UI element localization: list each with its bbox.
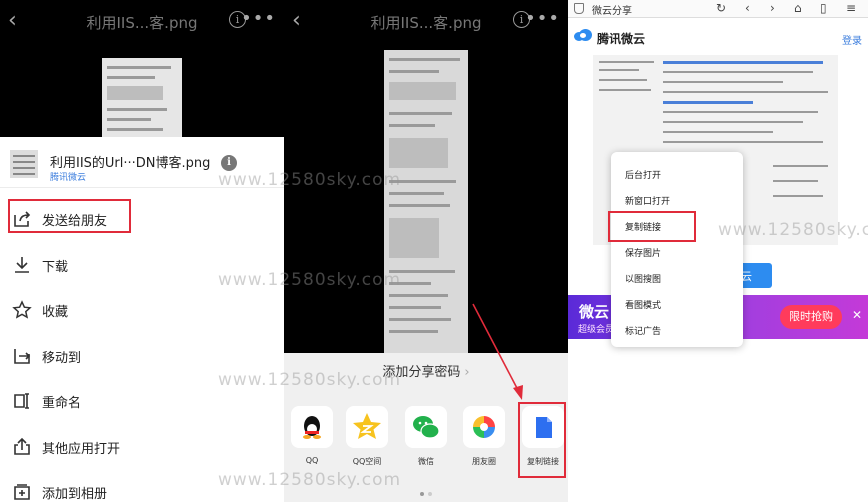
- share-app-qq[interactable]: QQ: [289, 406, 335, 465]
- refresh-icon[interactable]: ↻: [716, 0, 726, 16]
- bookmark-icon[interactable]: ▯: [820, 0, 827, 16]
- highlight-copy-link: [518, 402, 566, 478]
- menu-item-label: 移动到: [42, 350, 82, 366]
- menu-item-label: 下载: [42, 259, 69, 275]
- login-link[interactable]: 登录: [842, 32, 862, 47]
- more-icon[interactable]: •••: [525, 8, 560, 29]
- rename-icon: [14, 393, 29, 409]
- file-info-icon[interactable]: i: [221, 155, 237, 171]
- context-item-background-open[interactable]: 后台打开: [625, 168, 661, 181]
- share-app-moments[interactable]: 朋友圈: [461, 406, 507, 467]
- highlight-copy-link-menu: [608, 211, 696, 242]
- qq-icon: [303, 416, 321, 439]
- more-icon[interactable]: •••: [241, 8, 276, 29]
- menu-item-download[interactable]: 下载: [0, 243, 284, 289]
- browser-bar: 微云分享 ↻ ‹ › ⌂ ▯ ≡: [568, 0, 868, 18]
- panel-file-actions: ‹ 利用IIS...客.png i ••• 利用IIS的Url···DN博客.p…: [0, 0, 284, 502]
- move-icon: [14, 348, 31, 364]
- add-album-icon: [14, 484, 30, 500]
- share-app-label: QQ: [305, 456, 319, 465]
- annotation-arrow: [472, 303, 523, 400]
- file-name: 利用IIS的Url···DN博客.png: [50, 156, 211, 171]
- top-bar: ‹ 利用IIS...客.png i •••: [284, 0, 568, 42]
- context-item-mark-ad[interactable]: 标记广告: [625, 324, 661, 337]
- add-share-password-label: 添加分享密码: [382, 365, 461, 380]
- download-button[interactable]: 云: [740, 263, 772, 288]
- top-bar: ‹ 利用IIS...客.png i •••: [0, 0, 284, 42]
- action-sheet: 利用IIS的Url···DN博客.png 腾讯微云 i 发送给朋友 下载 收藏 …: [0, 137, 284, 502]
- file-thumbnail: [10, 150, 38, 178]
- cloud-logo-icon: [574, 29, 592, 41]
- share-app-wechat[interactable]: 微信: [403, 406, 449, 467]
- file-info: 利用IIS的Url···DN博客.png 腾讯微云 i: [0, 137, 284, 188]
- menu-item-label: 其他应用打开: [42, 441, 121, 457]
- context-menu: 后台打开 新窗口打开 复制链接 保存图片 以图搜图 看图模式 标记广告: [611, 152, 743, 347]
- promo-title: 微云: [579, 303, 610, 321]
- context-item-new-window[interactable]: 新窗口打开: [625, 194, 670, 207]
- panel-browser: 微云分享 ↻ ‹ › ⌂ ▯ ≡ 腾讯微云 登录 云 微云 超级会员 限时抢购: [568, 0, 868, 502]
- panel-share-sheet: ‹ 利用IIS...客.png i ••• 添加分享密码 › QQ QQ空间 微…: [284, 0, 568, 502]
- share-app-qzone[interactable]: QQ空间: [344, 406, 390, 467]
- menu-item-open-with[interactable]: 其他应用打开: [0, 425, 284, 471]
- menu-item-label: 重命名: [42, 396, 82, 411]
- moments-icon: [473, 416, 495, 438]
- share-app-label: 微信: [418, 457, 434, 466]
- image-preview: [384, 50, 468, 353]
- context-item-view-mode[interactable]: 看图模式: [625, 298, 661, 311]
- page-indicator: [284, 481, 568, 500]
- qzone-icon: [353, 413, 381, 439]
- file-source: 腾讯微云: [50, 173, 87, 183]
- promo-subtitle: 超级会员: [578, 325, 615, 335]
- share-app-label: 朋友圈: [472, 457, 496, 466]
- open-with-icon: [14, 437, 30, 455]
- back-icon[interactable]: ‹: [745, 0, 750, 16]
- wechat-icon: [413, 416, 440, 439]
- menu-item-label: 收藏: [42, 305, 69, 320]
- menu-item-label: 添加到相册: [42, 487, 108, 502]
- image-preview: [102, 58, 182, 140]
- menu-item-move-to[interactable]: 移动到: [0, 334, 284, 380]
- download-icon: [15, 256, 29, 273]
- forward-icon[interactable]: ›: [770, 0, 775, 16]
- shield-icon: [574, 3, 584, 14]
- star-icon: [12, 300, 32, 319]
- tab-title: 微云分享: [592, 6, 632, 17]
- site-header: 腾讯微云 登录: [568, 17, 868, 55]
- action-menu: 发送给朋友 下载 收藏 移动到 重命名 其他应用打开 添加到相册: [0, 197, 284, 502]
- share-app-label: QQ空间: [352, 457, 382, 466]
- menu-item-rename[interactable]: 重命名: [0, 379, 284, 425]
- promo-buy-button[interactable]: 限时抢购: [780, 305, 842, 329]
- menu-icon[interactable]: ≡: [846, 0, 856, 16]
- menu-item-favorite[interactable]: 收藏: [0, 288, 284, 334]
- brand-name: 腾讯微云: [597, 32, 646, 46]
- context-item-search-by-image[interactable]: 以图搜图: [625, 272, 661, 285]
- context-item-save-image[interactable]: 保存图片: [625, 246, 661, 259]
- close-icon[interactable]: ✕: [852, 308, 862, 322]
- home-icon[interactable]: ⌂: [794, 0, 802, 16]
- highlight-send-to-friend: [8, 199, 131, 233]
- menu-item-add-to-album[interactable]: 添加到相册: [0, 470, 284, 502]
